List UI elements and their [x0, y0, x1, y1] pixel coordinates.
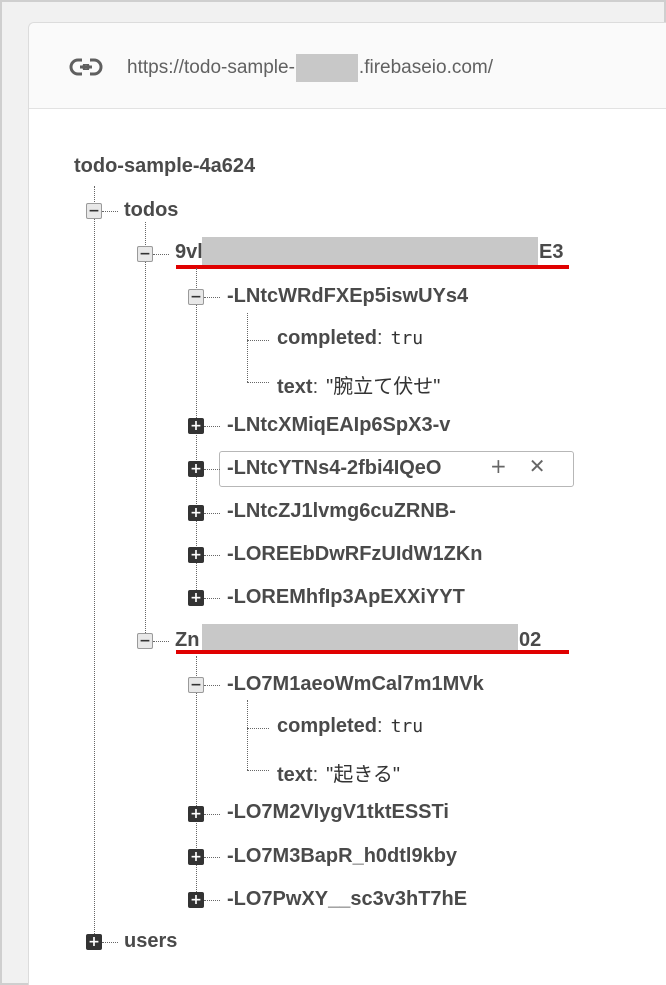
field-colon: :	[312, 764, 319, 786]
todo-item-key[interactable]: -LO7M2VIygV1tktESSTi	[227, 801, 449, 824]
field-value: "起きる"	[326, 764, 400, 786]
user1-key-prefix: 9vl	[175, 241, 203, 263]
tree-line	[153, 641, 169, 642]
tree-line	[153, 254, 169, 255]
tree-line	[204, 297, 220, 298]
todo-item-key[interactable]: -LNtcZJ1lvmg6cuZRNB-	[227, 500, 456, 523]
todo-item-key[interactable]: -LOREEbDwRFzUIdW1ZKn	[227, 543, 483, 566]
field-key: text	[277, 376, 313, 398]
collapse-icon[interactable]: −	[137, 633, 153, 649]
tree-line	[204, 555, 220, 556]
expand-icon[interactable]: +	[188, 505, 204, 521]
field-value: tru	[390, 328, 424, 349]
node-key-user2[interactable]: Zn	[175, 629, 199, 652]
tree-line	[204, 685, 220, 686]
tree-line	[204, 469, 220, 470]
node-key-user1[interactable]: 9vl	[175, 241, 203, 264]
field-colon: :	[377, 327, 383, 349]
link-icon	[69, 57, 103, 77]
field-value: "腕立て伏せ"	[326, 376, 441, 398]
expand-icon[interactable]: +	[188, 849, 204, 865]
tree-line	[247, 313, 248, 382]
tree-line	[204, 857, 220, 858]
tree-line	[204, 513, 220, 514]
todo-item-key[interactable]: -LNtcWRdFXEp5iswUYs4	[227, 285, 468, 308]
tree-line	[102, 942, 118, 943]
todo-item-key[interactable]: -LO7PwXY__sc3v3hT7hE	[227, 888, 467, 911]
field-key: text	[277, 764, 313, 786]
collapse-icon[interactable]: −	[137, 246, 153, 262]
todo-item-key[interactable]: -LNtcYTNs4-2fbi4IQeO	[227, 457, 441, 480]
tree-line	[204, 814, 220, 815]
highlight-underline	[176, 650, 569, 654]
field-completed[interactable]: completed : tru	[277, 715, 423, 738]
expand-icon[interactable]: +	[188, 892, 204, 908]
node-key-todos[interactable]: todos	[124, 199, 178, 222]
collapse-icon[interactable]: −	[188, 677, 204, 693]
row-actions: + ✕	[490, 454, 546, 478]
field-key: completed	[277, 327, 378, 349]
root-node-label[interactable]: todo-sample-4a624	[74, 155, 255, 178]
expand-icon[interactable]: +	[188, 418, 204, 434]
tree-line	[204, 598, 220, 599]
expand-icon[interactable]: +	[188, 547, 204, 563]
expand-icon[interactable]: +	[188, 806, 204, 822]
tree-line	[145, 222, 146, 641]
expand-icon[interactable]: +	[188, 590, 204, 606]
tree-line	[247, 382, 269, 383]
collapse-icon[interactable]: −	[86, 203, 102, 219]
url-suffix: .firebaseio.com/	[358, 57, 494, 78]
tree-line	[204, 426, 220, 427]
tree-line	[204, 900, 220, 901]
user1-key-suffix: E3	[539, 241, 564, 263]
add-child-button[interactable]: +	[490, 454, 507, 478]
tree-line	[247, 340, 269, 341]
field-key: completed	[277, 715, 378, 737]
field-text[interactable]: text : "起きる"	[277, 758, 400, 787]
url-bar: https://todo-sample- .firebaseio.com/	[29, 23, 666, 109]
collapse-icon[interactable]: −	[188, 289, 204, 305]
todo-item-key[interactable]: -LNtcXMiqEAIp6SpX3-v	[227, 414, 450, 437]
user2-key-prefix: Zn	[175, 629, 200, 651]
expand-icon[interactable]: +	[188, 461, 204, 477]
redacted-block	[202, 237, 538, 267]
node-key-users[interactable]: users	[124, 930, 177, 953]
redacted-block	[295, 54, 358, 82]
field-value: tru	[390, 716, 424, 737]
user2-key-suffix: 02	[519, 629, 542, 651]
field-text[interactable]: text : "腕立て伏せ"	[277, 370, 440, 399]
expand-icon[interactable]: +	[86, 934, 102, 950]
todo-item-key[interactable]: -LO7M1aeoWmCal7m1MVk	[227, 673, 484, 696]
tree-line	[94, 186, 95, 942]
delete-button[interactable]: ✕	[529, 454, 546, 478]
todo-item-key[interactable]: -LOREMhfIp3ApEXXiYYT	[227, 586, 465, 609]
field-colon: :	[312, 376, 319, 398]
tree-line	[247, 700, 248, 770]
highlight-underline	[176, 265, 569, 269]
tree-line	[247, 728, 269, 729]
database-url[interactable]: https://todo-sample- .firebaseio.com/	[127, 54, 493, 82]
tree-line	[247, 770, 269, 771]
field-completed[interactable]: completed : tru	[277, 327, 423, 350]
url-prefix: https://todo-sample-	[127, 57, 295, 78]
todo-item-key[interactable]: -LO7M3BapR_h0dtl9kby	[227, 845, 457, 868]
field-colon: :	[377, 715, 383, 737]
tree-line	[102, 211, 118, 212]
